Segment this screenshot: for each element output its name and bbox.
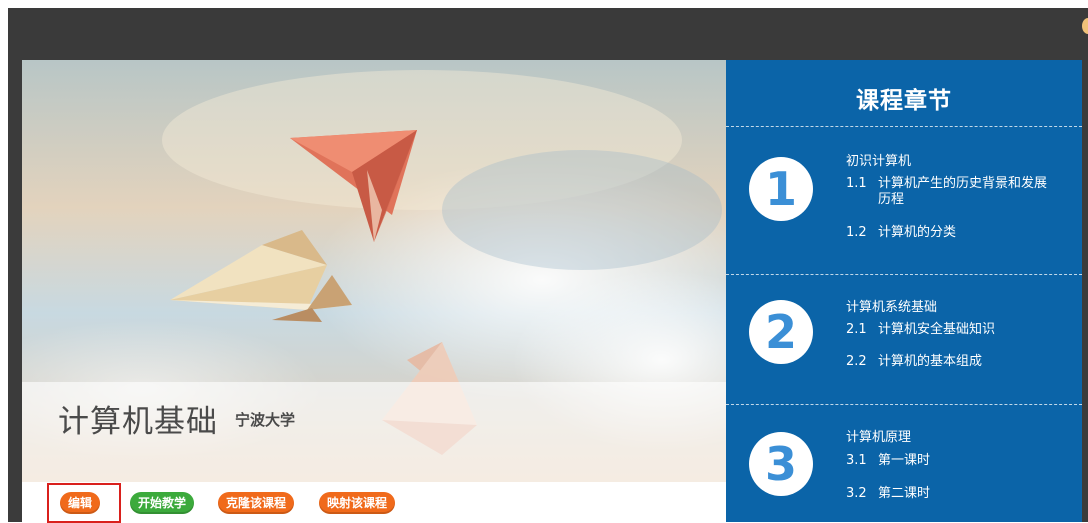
- lesson-number: 2.2: [846, 354, 867, 369]
- app-frame: 计算机基础 宁波大学 编辑 开始教学 克隆该课程 映射该课程 课程章节 1 初识…: [8, 8, 1088, 523]
- course-actions: 编辑 开始教学 克隆该课程 映射该课程: [22, 482, 726, 523]
- lesson-number: 2.1: [846, 322, 867, 337]
- lesson-title: 计算机安全基础知识: [878, 322, 996, 337]
- lesson-title: 计算机产生的历史背景和发展历程: [878, 176, 1048, 207]
- lesson-title: 第一课时: [878, 453, 931, 468]
- course-cover-image: 计算机基础 宁波大学: [22, 60, 726, 482]
- chapter-panel-title: 课程章节: [856, 88, 952, 114]
- chapter-divider: [726, 404, 1082, 405]
- lesson-number: 1.1: [846, 176, 867, 191]
- chapter-title[interactable]: 计算机原理: [846, 426, 911, 445]
- lesson-title: 计算机的分类: [878, 225, 957, 240]
- clone-course-button[interactable]: 克隆该课程: [218, 492, 295, 514]
- chapter-number-badge: 3: [749, 432, 813, 496]
- lesson-title: 计算机的基本组成: [878, 354, 983, 369]
- lesson-number: 1.2: [846, 225, 867, 240]
- university-name: 宁波大学: [235, 411, 296, 429]
- lesson-number: 3.2: [846, 486, 867, 501]
- chapter-panel: 课程章节 1 初识计算机 1.1 计算机产生的历史背景和发展历程 1.2 计算机…: [726, 60, 1082, 522]
- chapter-title[interactable]: 计算机系统基础: [846, 296, 937, 315]
- course-title: 计算机基础: [58, 404, 218, 440]
- chapter-divider: [726, 274, 1082, 275]
- chapter-number-badge: 2: [749, 300, 813, 364]
- lesson-number: 3.1: [846, 453, 867, 468]
- map-course-button[interactable]: 映射该课程: [319, 492, 396, 514]
- chapter-divider: [726, 126, 1082, 127]
- chapter-title[interactable]: 初识计算机: [846, 150, 911, 169]
- start-teaching-button[interactable]: 开始教学: [130, 492, 195, 514]
- chapter-number-badge: 1: [749, 157, 813, 221]
- lesson-title: 第二课时: [878, 486, 931, 501]
- user-avatar-icon[interactable]: [1082, 18, 1088, 34]
- top-bar: [8, 8, 1088, 50]
- edit-button[interactable]: 编辑: [60, 492, 101, 514]
- course-card: 计算机基础 宁波大学 编辑 开始教学 克隆该课程 映射该课程 课程章节 1 初识…: [22, 60, 1082, 523]
